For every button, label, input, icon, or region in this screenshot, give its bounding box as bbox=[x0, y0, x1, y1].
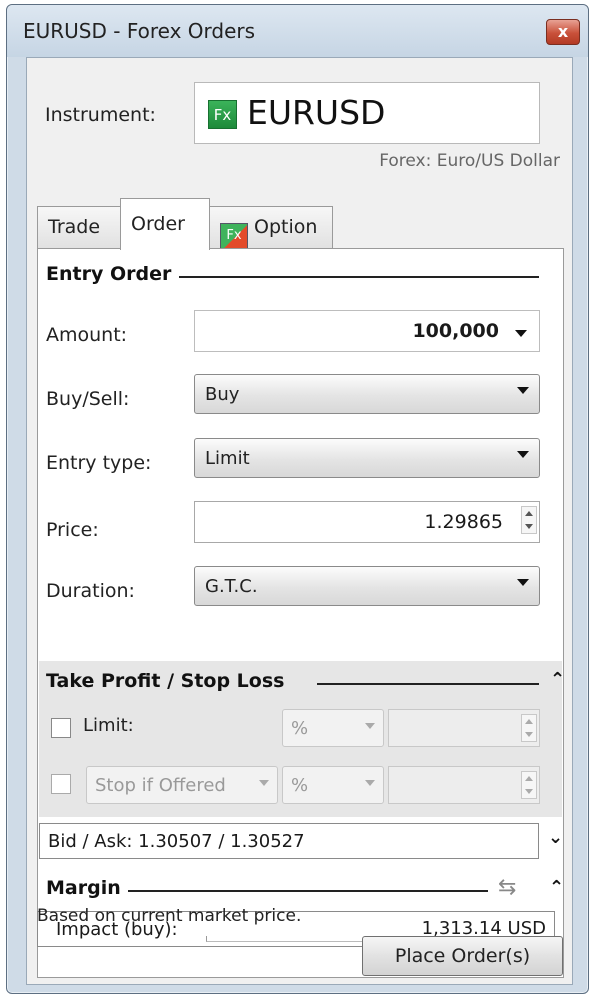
chevron-down-icon bbox=[365, 723, 375, 729]
tab-option[interactable]: Fx Option bbox=[209, 206, 333, 249]
entry-order-heading: Entry Order bbox=[46, 263, 172, 285]
amount-field[interactable]: 100,000 bbox=[194, 310, 540, 352]
order-tab-panel: Entry Order Amount: 100,000 Buy/Sell: Bu… bbox=[37, 248, 565, 978]
tp-sl-heading: Take Profit / Stop Loss bbox=[46, 670, 285, 692]
buy-sell-select[interactable]: Buy bbox=[194, 374, 540, 414]
duration-label: Duration: bbox=[46, 580, 135, 602]
stop-checkbox[interactable] bbox=[51, 774, 71, 794]
duration-select[interactable]: G.T.C. bbox=[194, 566, 540, 606]
limit-value-input[interactable] bbox=[388, 709, 540, 747]
limit-checkbox[interactable] bbox=[51, 718, 71, 738]
stop-value-input[interactable] bbox=[388, 766, 540, 804]
price-spinner[interactable] bbox=[521, 506, 537, 534]
forex-orders-window: EURUSD - Forex Orders x Instrument: Fx E… bbox=[6, 4, 589, 994]
tab-label: Order bbox=[131, 213, 185, 235]
tp-sl-section: Take Profit / Stop Loss ⌃ Limit: % Stop … bbox=[39, 661, 565, 817]
buy-sell-value: Buy bbox=[205, 384, 240, 405]
entry-type-select[interactable]: Limit bbox=[194, 438, 540, 478]
place-order-label: Place Order(s) bbox=[394, 945, 531, 967]
entry-order-divider bbox=[179, 276, 539, 278]
refresh-icon[interactable]: ⇆ bbox=[498, 875, 516, 900]
price-label: Price: bbox=[46, 519, 99, 541]
order-form: Instrument: Fx EURUSD Forex: Euro/US Dol… bbox=[26, 57, 573, 985]
amount-dropdown-icon[interactable] bbox=[515, 330, 527, 337]
instrument-box[interactable]: Fx EURUSD bbox=[194, 82, 540, 144]
price-input[interactable]: 1.29865 bbox=[194, 501, 540, 543]
bid-ask-bar[interactable]: Bid / Ask: 1.30507 / 1.30527 bbox=[39, 823, 539, 859]
limit-unit-value: % bbox=[291, 718, 309, 739]
collapse-icon[interactable]: ⌃ bbox=[549, 877, 564, 898]
chevron-down-icon bbox=[517, 387, 529, 394]
limit-label: Limit: bbox=[83, 715, 134, 736]
expand-icon[interactable]: ⌄ bbox=[548, 827, 563, 848]
instrument-symbol: EURUSD bbox=[247, 93, 386, 132]
amount-label: Amount: bbox=[46, 324, 128, 346]
margin-divider bbox=[128, 890, 488, 892]
price-value: 1.29865 bbox=[424, 511, 503, 533]
close-icon: x bbox=[557, 22, 569, 41]
instrument-description: Forex: Euro/US Dollar bbox=[379, 151, 560, 171]
place-order-button[interactable]: Place Order(s) bbox=[362, 936, 563, 976]
footer-note: Based on current market price. bbox=[37, 906, 302, 926]
chevron-down-icon bbox=[365, 780, 375, 786]
instrument-label: Instrument: bbox=[45, 104, 156, 126]
fx-option-icon: Fx bbox=[220, 223, 248, 249]
amount-value: 100,000 bbox=[412, 320, 499, 342]
fx-instrument-icon: Fx bbox=[208, 100, 237, 129]
tab-label: Trade bbox=[48, 216, 101, 238]
tab-label: Option bbox=[254, 216, 318, 238]
window-title: EURUSD - Forex Orders bbox=[23, 19, 256, 43]
stop-unit-value: % bbox=[291, 775, 309, 796]
tab-order[interactable]: Order bbox=[120, 198, 210, 250]
limit-spinner[interactable] bbox=[521, 714, 537, 742]
limit-unit-select[interactable]: % bbox=[282, 709, 384, 747]
title-bar[interactable]: EURUSD - Forex Orders x bbox=[7, 5, 588, 57]
entry-type-label: Entry type: bbox=[46, 452, 152, 474]
stop-unit-select[interactable]: % bbox=[282, 766, 384, 804]
stop-type-select[interactable]: Stop if Offered bbox=[86, 766, 278, 804]
entry-type-value: Limit bbox=[205, 448, 250, 469]
chevron-down-icon bbox=[517, 451, 529, 458]
chevron-down-icon bbox=[517, 579, 529, 586]
duration-value: G.T.C. bbox=[205, 576, 258, 597]
close-button[interactable]: x bbox=[546, 19, 580, 45]
tp-sl-divider bbox=[317, 683, 539, 685]
margin-heading: Margin bbox=[46, 877, 121, 899]
bid-ask-text: Bid / Ask: 1.30507 / 1.30527 bbox=[48, 831, 305, 852]
tab-trade[interactable]: Trade bbox=[37, 206, 121, 248]
collapse-icon[interactable]: ⌃ bbox=[550, 669, 565, 690]
stop-type-value: Stop if Offered bbox=[95, 775, 226, 796]
stop-spinner[interactable] bbox=[521, 771, 537, 799]
chevron-down-icon bbox=[259, 780, 269, 786]
buy-sell-label: Buy/Sell: bbox=[46, 388, 130, 410]
